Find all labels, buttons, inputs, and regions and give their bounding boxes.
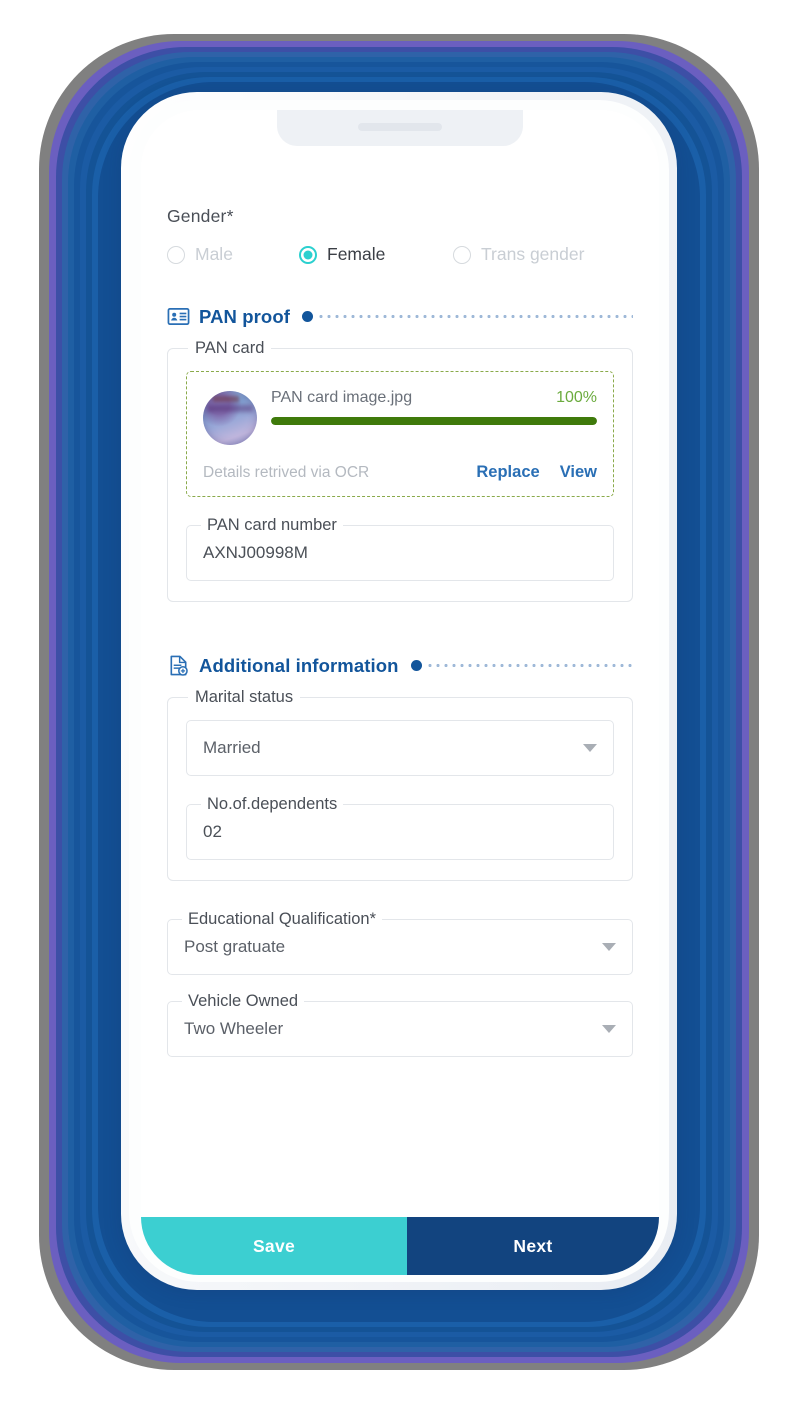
section-title-additional-information: Additional information: [199, 654, 399, 676]
phone-notch: [277, 110, 523, 146]
gender-option-trans-gender-label: Trans gender: [481, 244, 585, 264]
section-header-pan-proof: PAN proof: [167, 305, 633, 328]
uploaded-file-name: PAN card image.jpg: [271, 389, 413, 406]
dependents-legend: No.of.dependents: [201, 795, 344, 814]
gender-option-trans-gender[interactable]: Trans gender: [453, 244, 584, 265]
upload-progress-track: [271, 417, 597, 425]
upload-row: PAN card image.jpg 100%: [203, 389, 597, 445]
pan-card-upload-box[interactable]: PAN card image.jpg 100% Details retrived…: [186, 371, 614, 497]
upload-filename-row: PAN card image.jpg 100%: [271, 389, 597, 407]
gender-label: Gender*: [167, 206, 234, 226]
education-qualification-legend: Educational Qualification*: [182, 910, 383, 929]
chevron-down-icon[interactable]: [583, 744, 597, 752]
upload-progress-percent: 100%: [556, 389, 597, 406]
upload-details: PAN card image.jpg 100%: [271, 389, 597, 425]
section-dot-additional-information: [410, 660, 422, 671]
gender-option-female-label: Female: [327, 244, 386, 264]
section-header-additional-information: Additional information: [167, 654, 633, 677]
footer-action-bar: Save Next: [141, 1217, 659, 1275]
phone-screen: Gender* Male Female Trans gender PAN pro…: [141, 110, 659, 1275]
save-button[interactable]: Save: [141, 1217, 407, 1275]
chevron-down-icon[interactable]: [602, 943, 616, 951]
marital-status-value: Married: [203, 738, 261, 757]
screenshot-root: Gender* Male Female Trans gender PAN pro…: [0, 0, 798, 1404]
next-button[interactable]: Next: [407, 1217, 659, 1275]
ocr-note: Details retrived via OCR: [203, 464, 370, 481]
vehicle-owned-select[interactable]: Vehicle Owned Two Wheeler: [167, 992, 633, 1057]
section-title-pan-proof: PAN proof: [199, 305, 290, 327]
radio-icon-female-selected[interactable]: [299, 245, 317, 264]
pan-card-group-legend: PAN card: [188, 339, 272, 358]
education-qualification-select[interactable]: Educational Qualification* Post gratuate: [167, 910, 633, 975]
replace-link[interactable]: Replace: [476, 463, 539, 482]
dependents-field[interactable]: No.of.dependents 02: [186, 795, 614, 860]
pan-card-group: PAN card PAN card image.jpg 100% Details…: [167, 339, 633, 602]
upload-progress-fill: [271, 417, 597, 425]
pan-card-number-value[interactable]: AXNJ00998M: [203, 543, 308, 563]
education-qualification-value: Post gratuate: [184, 937, 286, 956]
id-card-icon: [167, 305, 190, 328]
upload-links: Replace View: [476, 463, 597, 482]
earpiece-speaker-icon: [358, 123, 442, 131]
radio-icon-trans-gender[interactable]: [453, 245, 471, 264]
pan-card-number-field[interactable]: PAN card number AXNJ00998M: [186, 516, 614, 581]
section-dotted-line-pan-proof: [317, 315, 633, 318]
gender-option-female[interactable]: Female: [299, 244, 453, 265]
dependents-value[interactable]: 02: [203, 822, 222, 842]
vehicle-owned-legend: Vehicle Owned: [182, 992, 305, 1011]
document-plus-icon: [167, 654, 190, 677]
marital-status-select[interactable]: Married: [186, 720, 614, 776]
radio-icon-male[interactable]: [167, 245, 185, 264]
section-dot-pan-proof: [302, 311, 313, 322]
view-link[interactable]: View: [560, 463, 597, 482]
gender-option-male-label: Male: [195, 244, 233, 264]
form-content: Gender* Male Female Trans gender PAN pro…: [141, 110, 659, 1210]
pan-card-thumbnail: [203, 391, 257, 445]
marital-status-group: Marital status Married No.of.dependents …: [167, 688, 633, 881]
chevron-down-icon[interactable]: [602, 1025, 616, 1033]
gender-option-male[interactable]: Male: [167, 244, 299, 265]
gender-radio-group: Male Female Trans gender: [167, 244, 633, 265]
pan-card-number-legend: PAN card number: [201, 516, 343, 535]
marital-status-group-legend: Marital status: [188, 688, 301, 707]
upload-actions-row: Details retrived via OCR Replace View: [203, 463, 597, 482]
vehicle-owned-value: Two Wheeler: [184, 1019, 284, 1038]
section-dotted-line-additional-information: [425, 664, 633, 667]
